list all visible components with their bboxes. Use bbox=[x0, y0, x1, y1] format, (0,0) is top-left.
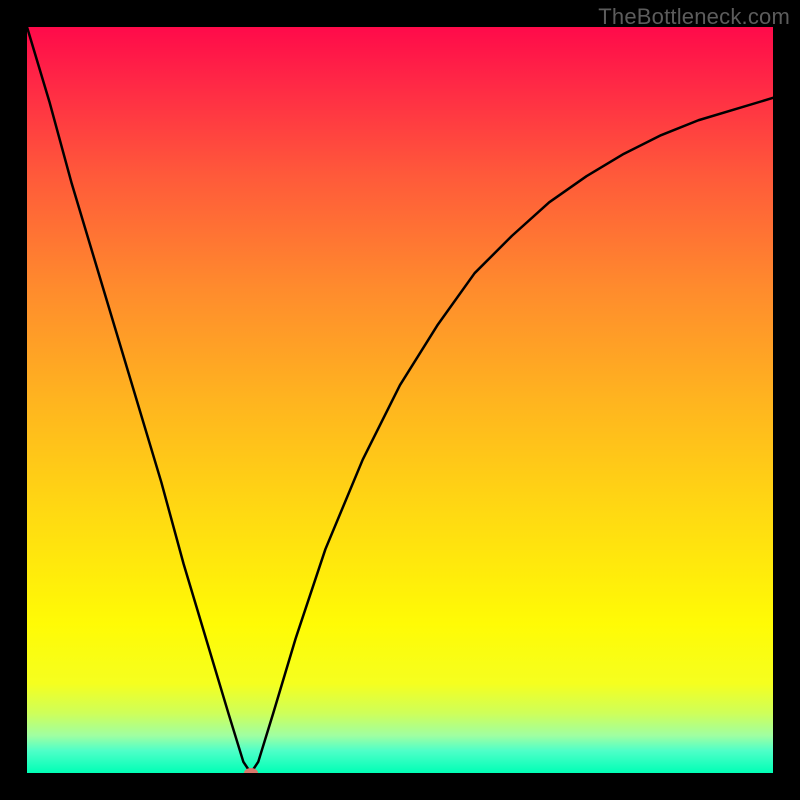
bottleneck-curve bbox=[27, 27, 773, 773]
chart-svg bbox=[27, 27, 773, 773]
min-point-marker bbox=[244, 768, 258, 773]
chart-area bbox=[27, 27, 773, 773]
